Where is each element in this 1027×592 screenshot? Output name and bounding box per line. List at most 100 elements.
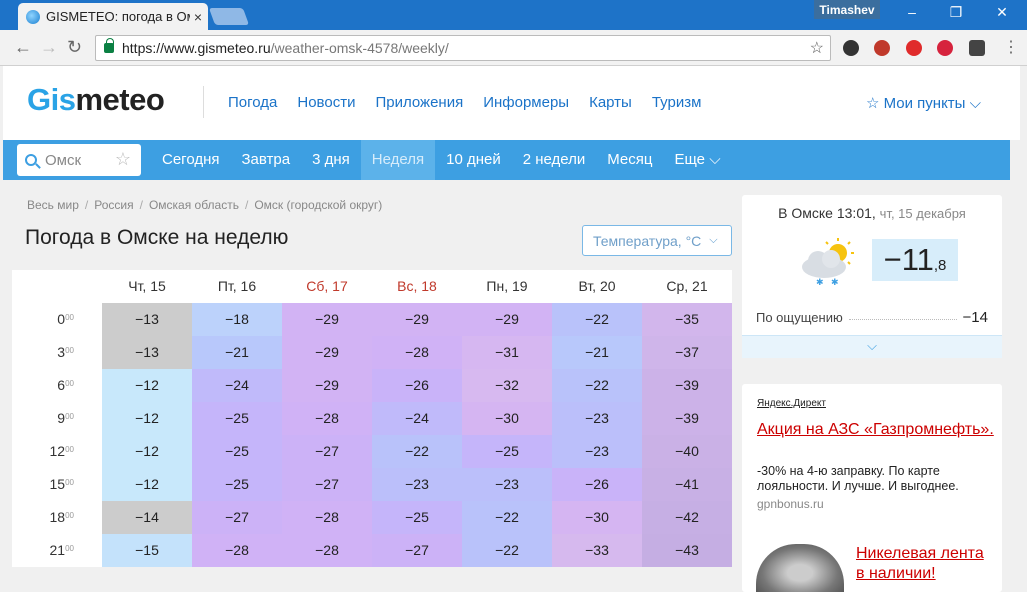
adblock-extension-icon[interactable] bbox=[874, 40, 890, 56]
time-label: 600 bbox=[57, 377, 74, 393]
temperature-cell: −35 bbox=[642, 303, 732, 336]
temperature-cell: −25 bbox=[192, 402, 282, 435]
temperature-cell: −42 bbox=[642, 501, 732, 534]
city-search-input[interactable]: Омск ☆ bbox=[17, 144, 141, 176]
browser-tab[interactable]: GISMETEO: погода в Омс × bbox=[18, 3, 208, 30]
browser-toolbar: ← → ↻ https://www.gismeteo.ru /weather-o… bbox=[0, 30, 1027, 66]
temperature-cell: −39 bbox=[642, 369, 732, 402]
breadcrumb: Весь мир / Россия / Омская область / Омс… bbox=[27, 198, 383, 212]
feels-like-row: По ощущению −14 bbox=[756, 309, 988, 326]
ad-text: -30% на 4-ю заправку. По карте лояльност… bbox=[757, 464, 959, 493]
temperature-cell: −41 bbox=[642, 468, 732, 501]
menu-dots-icon[interactable]: ⋮ bbox=[1003, 37, 1019, 57]
temperature-cell: −25 bbox=[462, 435, 552, 468]
temperature-cell: −22 bbox=[552, 303, 642, 336]
temperature-cell: −22 bbox=[552, 369, 642, 402]
tab-month[interactable]: Месяц bbox=[596, 140, 663, 180]
maximize-button[interactable]: ❐ bbox=[946, 4, 966, 21]
breadcrumb-russia[interactable]: Россия bbox=[94, 198, 133, 212]
temperature-cell: −21 bbox=[552, 336, 642, 369]
temperature-cell: −22 bbox=[372, 435, 462, 468]
reload-icon[interactable]: ↻ bbox=[67, 37, 82, 58]
scrollbar[interactable] bbox=[1020, 66, 1027, 592]
day-header: Пн, 19 bbox=[486, 278, 528, 294]
ad-host[interactable]: gpnbonus.ru bbox=[757, 497, 824, 511]
temperature-cell: −32 bbox=[462, 369, 552, 402]
gismeteo-logo[interactable]: Gismeteo bbox=[27, 82, 165, 118]
temperature-cell: −30 bbox=[552, 501, 642, 534]
feels-like-value: −14 bbox=[962, 309, 988, 326]
temperature-cell: −12 bbox=[102, 402, 192, 435]
ad-title-link[interactable]: Акция на АЗС «Газпромнефть». bbox=[757, 420, 997, 440]
breadcrumb-region[interactable]: Омская область bbox=[149, 198, 239, 212]
extension-icon[interactable] bbox=[906, 40, 922, 56]
temperature-cell: −28 bbox=[372, 336, 462, 369]
day-header: Ср, 21 bbox=[666, 278, 708, 294]
temperature-cell: −12 bbox=[102, 468, 192, 501]
nav-informers[interactable]: Информеры bbox=[483, 94, 569, 111]
maps-extension-icon[interactable] bbox=[969, 40, 985, 56]
favorite-star-icon[interactable]: ☆ bbox=[115, 149, 131, 170]
back-arrow-icon[interactable]: ← bbox=[14, 37, 32, 58]
day-header: Вт, 20 bbox=[578, 278, 616, 294]
tab-today[interactable]: Сегодня bbox=[151, 140, 231, 180]
temperature-cell: −43 bbox=[642, 534, 732, 567]
tab-week[interactable]: Неделя bbox=[360, 140, 436, 180]
ad-product-image[interactable] bbox=[756, 544, 844, 592]
temperature-cell: −13 bbox=[102, 303, 192, 336]
current-temperature: −11,8 bbox=[872, 239, 958, 281]
nav-apps[interactable]: Приложения bbox=[375, 94, 463, 111]
measure-select[interactable]: Температура, °С ⌵ bbox=[582, 225, 732, 256]
temperature-cell: −23 bbox=[552, 402, 642, 435]
new-tab-button[interactable] bbox=[208, 8, 250, 25]
nav-tourism[interactable]: Туризм bbox=[652, 94, 702, 111]
evernote-extension-icon[interactable] bbox=[843, 40, 859, 56]
tab-close-icon[interactable]: × bbox=[194, 9, 202, 25]
breadcrumb-city[interactable]: Омск (городской округ) bbox=[254, 198, 382, 212]
day-header: Сб, 17 bbox=[306, 278, 348, 294]
search-icon bbox=[25, 154, 37, 166]
tab-2-weeks[interactable]: 2 недели bbox=[512, 140, 597, 180]
nav-maps[interactable]: Карты bbox=[589, 94, 632, 111]
temperature-cell: −23 bbox=[462, 468, 552, 501]
minimize-button[interactable]: – bbox=[902, 4, 922, 20]
chevron-down-icon: ⌵ bbox=[709, 234, 718, 246]
browser-titlebar: GISMETEO: погода в Омс × Timashev – ❐ ✕ bbox=[0, 0, 1027, 30]
ad2-title-link[interactable]: Никелевая лента в наличии! bbox=[856, 544, 996, 584]
day-header: Вс, 18 bbox=[397, 278, 437, 294]
temperature-cell: −12 bbox=[102, 369, 192, 402]
tab-tomorrow[interactable]: Завтра bbox=[231, 140, 302, 180]
temperature-cell: −25 bbox=[372, 501, 462, 534]
svg-text:✱: ✱ bbox=[831, 277, 839, 287]
temperature-cell: −25 bbox=[192, 468, 282, 501]
tab-more[interactable]: Еще ⌵ bbox=[664, 140, 732, 180]
forward-arrow-icon[interactable]: → bbox=[40, 37, 58, 58]
tab-10-days[interactable]: 10 дней bbox=[435, 140, 512, 180]
nav-news[interactable]: Новости bbox=[297, 94, 355, 111]
temperature-cell: −22 bbox=[462, 534, 552, 567]
bookmark-star-icon[interactable]: ☆ bbox=[810, 38, 824, 58]
temperature-cell: −28 bbox=[282, 501, 372, 534]
pinterest-extension-icon[interactable] bbox=[937, 40, 953, 56]
profile-user-badge[interactable]: Timashev bbox=[814, 0, 880, 19]
temperature-cell: −26 bbox=[372, 369, 462, 402]
address-bar[interactable]: https://www.gismeteo.ru /weather-omsk-45… bbox=[95, 35, 831, 61]
nav-weather[interactable]: Погода bbox=[228, 94, 277, 111]
gismeteo-favicon-icon bbox=[26, 9, 40, 24]
temperature-cell: −24 bbox=[192, 369, 282, 402]
ad-source-link[interactable]: Яндекс.Директ bbox=[757, 398, 826, 409]
my-points-dropdown[interactable]: ☆ Мои пункты ⌵ bbox=[866, 94, 981, 112]
feels-like-label: По ощущению bbox=[756, 310, 843, 325]
site-header: Gismeteo Погода Новости Приложения Инфор… bbox=[3, 66, 1020, 140]
close-window-button[interactable]: ✕ bbox=[992, 4, 1012, 21]
tab-3-days[interactable]: 3 дня bbox=[301, 140, 361, 180]
temperature-cell: −28 bbox=[282, 402, 372, 435]
breadcrumb-world[interactable]: Весь мир bbox=[27, 198, 79, 212]
time-label: 1800 bbox=[49, 509, 74, 525]
period-tabs: Сегодня Завтра 3 дня Неделя 10 дней 2 не… bbox=[151, 140, 732, 180]
time-label: 1500 bbox=[49, 476, 74, 492]
expand-chevron-icon[interactable]: ⌵ bbox=[742, 335, 1002, 358]
temperature-cell: −13 bbox=[102, 336, 192, 369]
temperature-cell: −28 bbox=[282, 534, 372, 567]
current-weather-card: В Омске 13:01, чт, 15 декабря ✱ ✱ −11,8 … bbox=[742, 195, 1002, 358]
